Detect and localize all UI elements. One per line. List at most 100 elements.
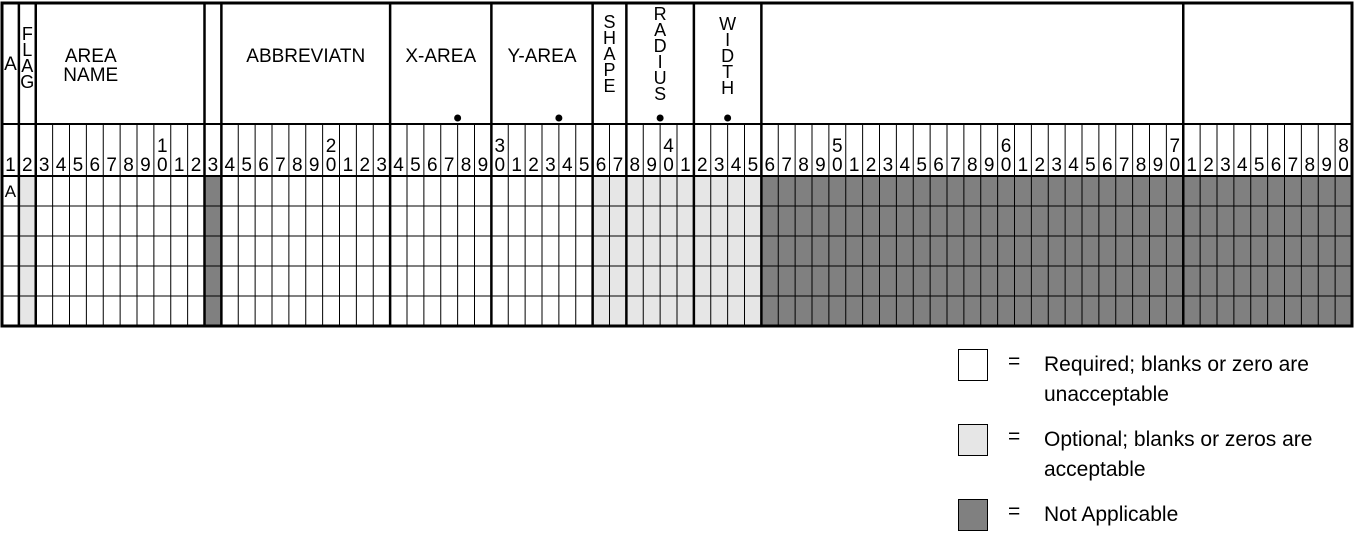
column-number: 9 xyxy=(140,155,151,176)
tens-marker: 1 xyxy=(157,136,168,157)
column-number: 7 xyxy=(444,155,455,176)
column-number: 0 xyxy=(326,155,337,176)
column-number: 2 xyxy=(866,155,877,176)
column-number: 5 xyxy=(1254,155,1265,176)
legend-label-optional: Optional; blanks or zeros are acceptable xyxy=(1044,428,1313,481)
column-number: 7 xyxy=(106,155,117,176)
field-label-card-type: A xyxy=(4,54,17,75)
column-number: 6 xyxy=(90,155,101,176)
field-label-x-area: X-AREA xyxy=(405,46,476,67)
tens-marker: 4 xyxy=(663,136,674,157)
tens-marker: 6 xyxy=(1001,136,1012,157)
column-number: 0 xyxy=(663,155,674,176)
column-number: 2 xyxy=(528,155,539,176)
required-swatch xyxy=(958,349,988,381)
column-number: 1 xyxy=(680,155,691,176)
column-number: 4 xyxy=(56,155,67,176)
column-number: 3 xyxy=(883,155,894,176)
field-label-y-area: Y-AREA xyxy=(508,46,577,67)
column-number: 6 xyxy=(1102,155,1113,176)
column-number: 8 xyxy=(1136,155,1147,176)
field-label-width: WIDTH xyxy=(719,14,736,98)
column-number: 4 xyxy=(225,155,236,176)
column-number: 2 xyxy=(22,155,33,176)
column-number: 3 xyxy=(376,155,387,176)
column-number: 3 xyxy=(208,155,219,176)
column-number: 7 xyxy=(613,155,624,176)
column-number: 0 xyxy=(495,155,506,176)
field-label-area-name: AREA NAME xyxy=(63,46,118,86)
legend-label-required: Required; blanks or zero are unacceptabl… xyxy=(1044,353,1309,406)
column-number: 9 xyxy=(984,155,995,176)
decimal-point-marker xyxy=(555,114,563,122)
column-number: 1 xyxy=(511,155,522,176)
optional-swatch xyxy=(958,424,988,456)
column-number: 3 xyxy=(1051,155,1062,176)
column-number: 9 xyxy=(1321,155,1332,176)
column-number: 1 xyxy=(1186,155,1197,176)
tens-marker: 2 xyxy=(326,136,337,157)
column-number: 6 xyxy=(427,155,438,176)
column-number: 7 xyxy=(275,155,286,176)
column-number: 1 xyxy=(1018,155,1029,176)
column-number: 5 xyxy=(916,155,927,176)
tens-marker: 5 xyxy=(832,136,843,157)
column-number: 6 xyxy=(1271,155,1282,176)
column-number: 4 xyxy=(731,155,742,176)
legend-equals: = xyxy=(1008,500,1021,523)
column-number: 3 xyxy=(545,155,556,176)
tens-marker: 7 xyxy=(1170,136,1181,157)
column-number: 9 xyxy=(478,155,489,176)
legend-equals: = xyxy=(1008,350,1021,373)
decimal-point-marker xyxy=(454,114,462,122)
column-number: 4 xyxy=(562,155,573,176)
column-number: 6 xyxy=(765,155,776,176)
field-fill-unused-46-70 xyxy=(761,176,1184,326)
legend-label-not-applicable: Not Applicable xyxy=(1044,503,1179,526)
column-number: 8 xyxy=(967,155,978,176)
column-number: 6 xyxy=(596,155,607,176)
not-applicable-swatch xyxy=(958,499,988,531)
field-label-abbreviation: ABBREVIATN xyxy=(246,46,365,67)
column-number: 2 xyxy=(360,155,371,176)
column-number: 6 xyxy=(258,155,269,176)
decimal-point-marker xyxy=(656,114,664,122)
column-number: 7 xyxy=(1119,155,1130,176)
decimal-point-marker xyxy=(724,114,732,122)
tens-marker: 8 xyxy=(1338,136,1349,157)
column-number: 9 xyxy=(646,155,657,176)
column-number: 7 xyxy=(781,155,792,176)
field-label-radius: RADIUS xyxy=(654,4,667,104)
column-number: 1 xyxy=(174,155,185,176)
column-number: 7 xyxy=(950,155,961,176)
coding-form: AF L A G AREA NAME ABBREVIATN X-AREA Y-AREA S H A P E… xyxy=(0,1,1354,328)
column-number: 8 xyxy=(798,155,809,176)
column-number: 5 xyxy=(1085,155,1096,176)
field-label-flag: FLAG xyxy=(20,24,34,92)
column-number: 2 xyxy=(1203,155,1214,176)
column-number: 5 xyxy=(579,155,590,176)
column-number: 0 xyxy=(1170,155,1181,176)
column-number: 6 xyxy=(933,155,944,176)
column-number: 1 xyxy=(5,155,16,176)
column-number: 4 xyxy=(1237,155,1248,176)
column-number: 3 xyxy=(39,155,50,176)
field-fill-blank-13 xyxy=(204,176,222,326)
column-number: 5 xyxy=(410,155,421,176)
column-number: 9 xyxy=(309,155,320,176)
field-fill-flag xyxy=(18,176,36,326)
column-number: 0 xyxy=(157,155,168,176)
column-number: 0 xyxy=(1338,155,1349,176)
column-number: 2 xyxy=(697,155,708,176)
column-number: 9 xyxy=(1153,155,1164,176)
column-number: 4 xyxy=(393,155,404,176)
column-number: 4 xyxy=(900,155,911,176)
column-number: 5 xyxy=(241,155,252,176)
column-number: 7 xyxy=(1288,155,1299,176)
column-number: 8 xyxy=(292,155,303,176)
column-number: 3 xyxy=(1220,155,1231,176)
column-number: 2 xyxy=(191,155,202,176)
column-number: 1 xyxy=(343,155,354,176)
column-number: 3 xyxy=(714,155,725,176)
field-label-shape: SHAPE xyxy=(603,12,616,96)
